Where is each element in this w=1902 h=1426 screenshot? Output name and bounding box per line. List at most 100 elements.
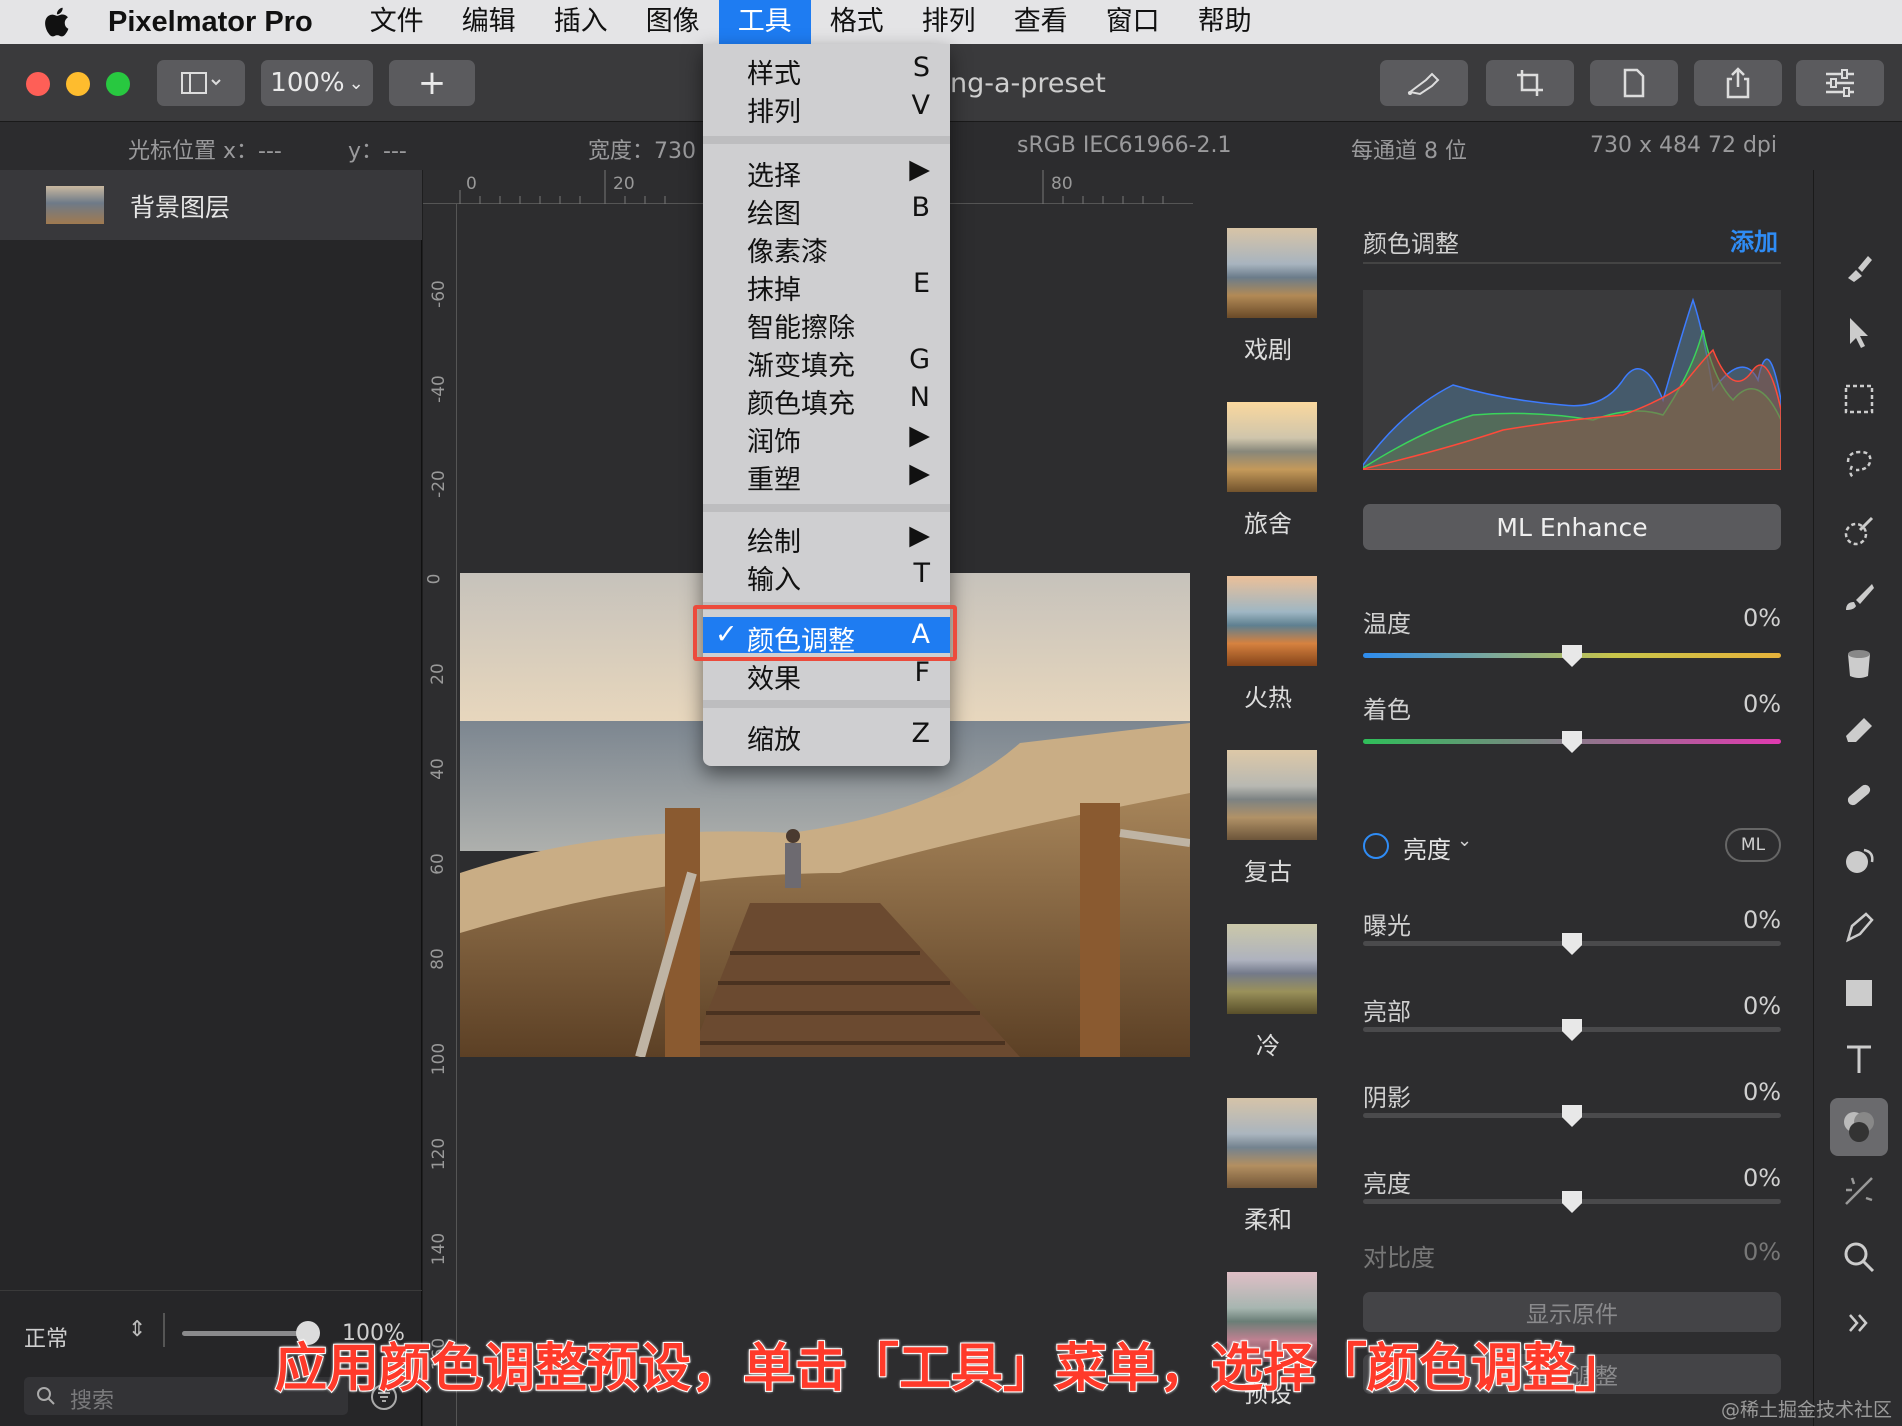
- close-window-button[interactable]: [26, 72, 50, 96]
- ruler-tick-label: -40: [428, 375, 449, 403]
- arrange-tool-button[interactable]: [1834, 308, 1884, 358]
- menu-item-type[interactable]: 输入 T: [703, 556, 950, 596]
- menu-insert[interactable]: 插入: [535, 0, 627, 44]
- zoom-dropdown[interactable]: 100% ⌄: [261, 60, 373, 106]
- menu-item-zoom[interactable]: 缩放 Z: [703, 716, 950, 756]
- shape-tool-button[interactable]: [1834, 968, 1884, 1018]
- menu-item-label: 选择: [747, 161, 801, 192]
- retouch-tool-button[interactable]: [1834, 770, 1884, 820]
- menu-bar: Pixelmator Pro 文件 编辑 插入 图像 工具 格式 排列 查看 窗…: [0, 0, 1902, 44]
- menu-item-draw[interactable]: 绘制 ▶: [703, 518, 950, 558]
- fill-tool-button[interactable]: [1834, 638, 1884, 688]
- menu-separator: [703, 700, 950, 708]
- menu-window[interactable]: 窗口: [1087, 0, 1179, 44]
- tools-strip: [1813, 170, 1902, 1426]
- erase-tool-button[interactable]: [1834, 704, 1884, 754]
- ruler-tick-label: 140: [429, 1232, 450, 1266]
- tint-value[interactable]: 0%: [1743, 690, 1781, 718]
- preset-label[interactable]: 柔和: [1193, 1200, 1343, 1235]
- magic-select-tool-button[interactable]: [1834, 506, 1884, 556]
- brightness-section-title[interactable]: 亮度: [1403, 830, 1451, 865]
- panel-title: 颜色调整: [1363, 230, 1459, 258]
- add-button[interactable]: +: [389, 60, 475, 106]
- menu-format[interactable]: 格式: [811, 0, 903, 44]
- preset-label[interactable]: 戏剧: [1193, 330, 1343, 365]
- type-tool-button[interactable]: [1834, 1034, 1884, 1084]
- minimize-window-button[interactable]: [66, 72, 90, 96]
- ml-badge-button[interactable]: ML: [1725, 828, 1781, 862]
- selection-tool-button[interactable]: [1834, 374, 1884, 424]
- highlights-slider-thumb[interactable]: [1562, 1019, 1582, 1041]
- zoom-window-button[interactable]: [106, 72, 130, 96]
- add-adjustment-link[interactable]: 添加: [1730, 222, 1778, 257]
- menu-item-smart-erase[interactable]: 智能擦除: [703, 304, 950, 344]
- menu-file[interactable]: 文件: [351, 0, 443, 44]
- watermark: @稀土掘金技术社区: [1720, 1399, 1892, 1421]
- document-button[interactable]: [1590, 60, 1678, 106]
- sidebar-toggle-button[interactable]: [157, 60, 245, 106]
- menu-item-color-fill[interactable]: 颜色填充 N: [703, 380, 950, 420]
- paint-tool-button[interactable]: [1834, 572, 1884, 622]
- adjustments-toggle-button[interactable]: [1796, 60, 1884, 106]
- preset-thumbnail[interactable]: [1227, 402, 1317, 492]
- preset-thumbnail[interactable]: [1227, 1098, 1317, 1188]
- lasso-tool-button[interactable]: [1834, 440, 1884, 490]
- menu-item-retouch[interactable]: 润饰 ▶: [703, 418, 950, 458]
- preset-thumbnail[interactable]: [1227, 228, 1317, 318]
- brightness-toggle[interactable]: [1363, 833, 1389, 859]
- effects-tool-button[interactable]: [1834, 1166, 1884, 1216]
- contrast-value[interactable]: 0%: [1743, 1238, 1781, 1266]
- reshape-tool-button[interactable]: [1834, 836, 1884, 886]
- ruler-tick-label: -60: [428, 280, 449, 308]
- preset-label[interactable]: 复古: [1193, 852, 1343, 887]
- image-width: 宽度：730: [588, 139, 696, 164]
- preset-label[interactable]: 旅舍: [1193, 504, 1343, 539]
- share-button[interactable]: [1694, 60, 1782, 106]
- layer-row[interactable]: 背景图层: [0, 170, 422, 240]
- temperature-slider-thumb[interactable]: [1562, 645, 1582, 667]
- tool-color-picker-button[interactable]: [1380, 60, 1468, 106]
- menu-item-label: 绘制: [747, 527, 801, 558]
- menu-image[interactable]: 图像: [627, 0, 719, 44]
- color-adjust-tool-button[interactable]: [1830, 1098, 1888, 1156]
- crop-button[interactable]: [1486, 60, 1574, 106]
- preset-label[interactable]: 冷: [1193, 1026, 1343, 1061]
- apple-icon[interactable]: [40, 4, 76, 40]
- zoom-tool-button[interactable]: [1834, 1232, 1884, 1282]
- menu-edit[interactable]: 编辑: [443, 0, 535, 44]
- menu-help[interactable]: 帮助: [1179, 0, 1271, 44]
- brightness-slider-thumb[interactable]: [1562, 1191, 1582, 1213]
- shadows-slider-thumb[interactable]: [1562, 1105, 1582, 1127]
- preset-thumbnail[interactable]: [1227, 576, 1317, 666]
- ml-enhance-button[interactable]: ML Enhance: [1363, 504, 1781, 550]
- menu-item-gradient-fill[interactable]: 渐变填充 G: [703, 342, 950, 382]
- menu-item-arrange[interactable]: 排列 V: [703, 88, 950, 128]
- exposure-label: 曝光: [1363, 912, 1411, 940]
- exposure-slider-thumb[interactable]: [1562, 933, 1582, 955]
- menu-item-label: 抹掉: [747, 275, 801, 306]
- preset-thumbnail[interactable]: [1227, 750, 1317, 840]
- rect-select-icon: [1844, 384, 1874, 414]
- menu-item-paint[interactable]: 绘图 B: [703, 190, 950, 230]
- chevron-down-icon[interactable]: ⌄: [1457, 830, 1472, 851]
- menu-arrange[interactable]: 排列: [903, 0, 995, 44]
- pen-tool-button[interactable]: [1834, 902, 1884, 952]
- preset-label[interactable]: 火热: [1193, 678, 1343, 713]
- temperature-value[interactable]: 0%: [1743, 604, 1781, 632]
- highlights-value[interactable]: 0%: [1743, 992, 1781, 1020]
- exposure-value[interactable]: 0%: [1743, 906, 1781, 934]
- preset-thumbnail[interactable]: [1227, 924, 1317, 1014]
- menu-item-style[interactable]: 样式 S: [703, 50, 950, 90]
- menu-item-reshape[interactable]: 重塑 ▶: [703, 456, 950, 496]
- menu-item-pixel[interactable]: 像素漆: [703, 228, 950, 268]
- style-tool-button[interactable]: [1834, 242, 1884, 292]
- menu-view[interactable]: 查看: [995, 0, 1087, 44]
- shadows-value[interactable]: 0%: [1743, 1078, 1781, 1106]
- menu-item-select[interactable]: 选择 ▶: [703, 152, 950, 192]
- menu-tools[interactable]: 工具: [718, 0, 811, 44]
- brightness-value[interactable]: 0%: [1743, 1164, 1781, 1192]
- tint-slider-thumb[interactable]: [1562, 731, 1582, 753]
- eraser-icon: [1846, 718, 1872, 742]
- menu-item-erase[interactable]: 抹掉 E: [703, 266, 950, 306]
- app-name[interactable]: Pixelmator Pro: [108, 6, 313, 39]
